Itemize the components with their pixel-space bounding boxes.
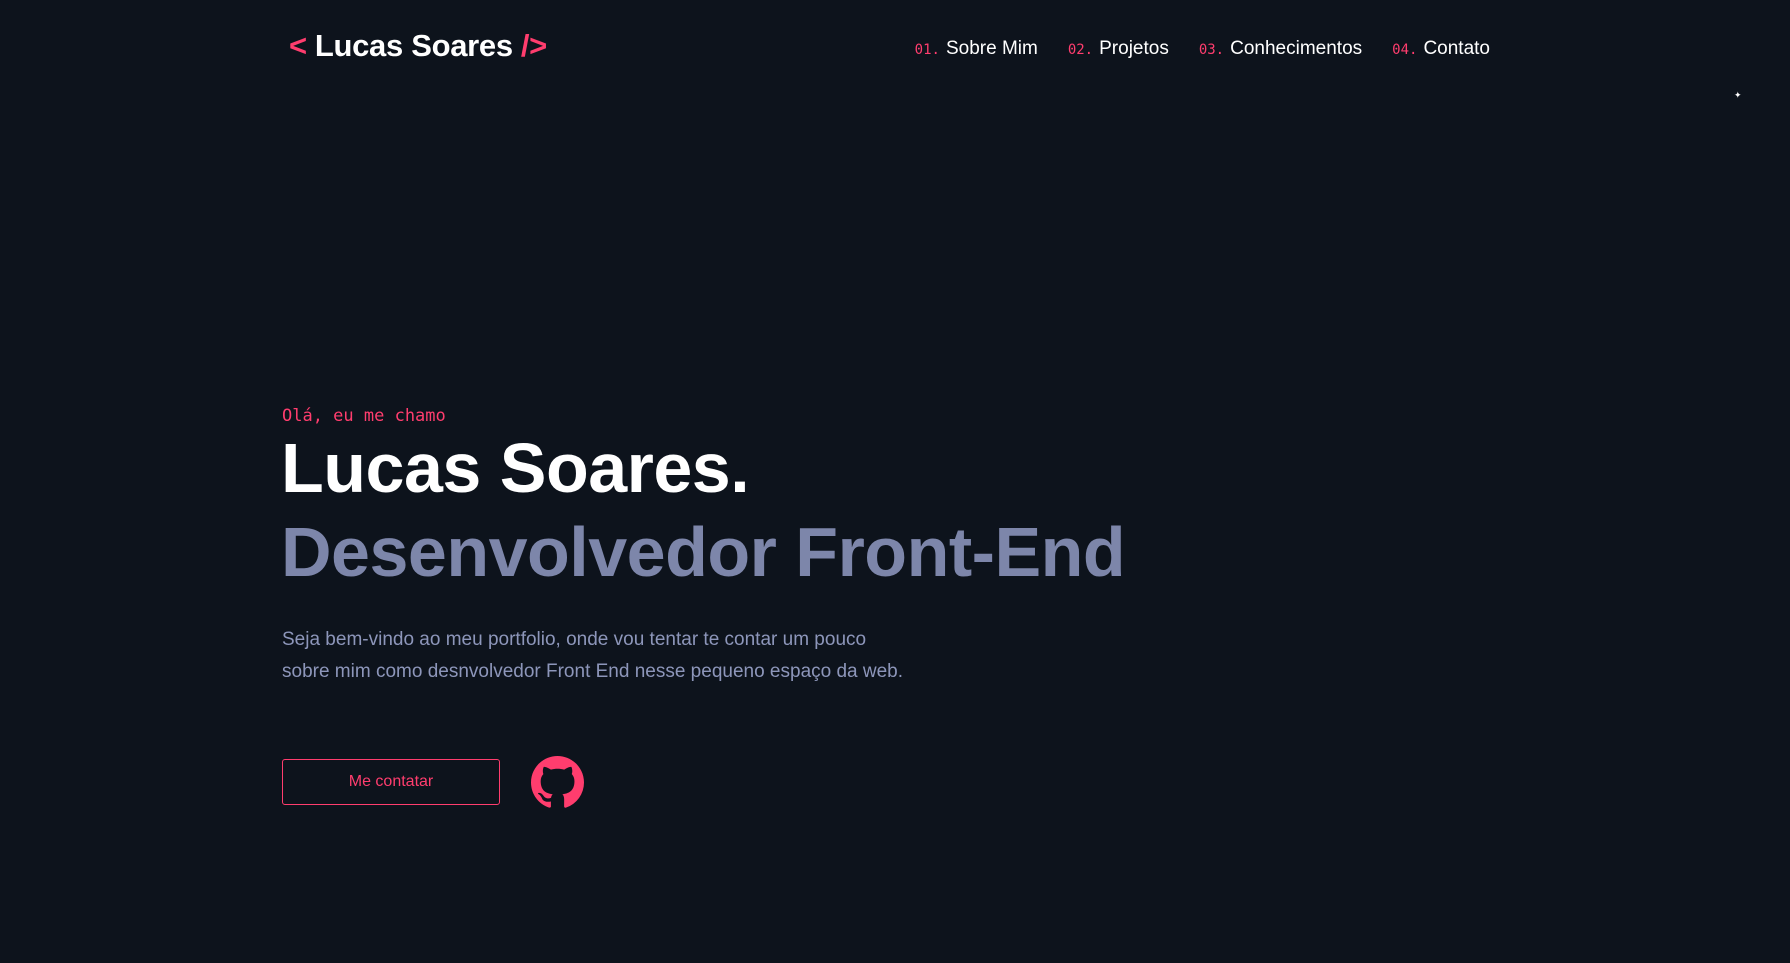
hero-intro-line: Seja bem-vindo ao meu portfolio, onde vo… — [282, 629, 867, 650]
nav-item-contato[interactable]: 04. Contato — [1392, 38, 1490, 60]
hero-role: Desenvolvedor Front-End — [281, 513, 1126, 591]
nav-item-label: Conhecimentos — [1230, 38, 1363, 59]
nav-item-label: Sobre Mim — [945, 38, 1038, 59]
hero-intro: Seja bem-vindo ao meu portfolio, onde vo… — [282, 624, 982, 688]
sparkle-decoration-icon: ✦ — [1734, 90, 1742, 100]
github-icon — [531, 756, 584, 808]
nav-item-number: 02. — [1067, 42, 1094, 58]
nav-item-sobre-mim[interactable]: 01. Sobre Mim — [915, 38, 1038, 60]
hero-name: Lucas Soares. — [281, 429, 750, 507]
nav-item-label: Projetos — [1099, 38, 1169, 59]
portfolio-page: < Lucas Soares /> 01. Sobre Mim 02. Proj… — [0, 0, 1790, 963]
contact-button[interactable]: Me contatar — [282, 759, 500, 805]
hero-greeting: Olá, eu me chamo — [282, 406, 446, 426]
hero-intro-line: sobre mim como desnvolvedor Front End ne… — [282, 661, 904, 682]
site-logo[interactable]: < Lucas Soares /> — [289, 28, 547, 64]
github-link[interactable] — [531, 756, 584, 809]
nav-item-number: 01. — [914, 42, 940, 58]
nav-item-number: 03. — [1198, 42, 1225, 58]
logo-close-bracket: /> — [520, 28, 547, 63]
nav-item-label: Contato — [1423, 38, 1490, 59]
main-nav: 01. Sobre Mim 02. Projetos 03. Conhecime… — [915, 38, 1490, 60]
nav-item-conhecimentos[interactable]: 03. Conhecimentos — [1199, 38, 1362, 60]
logo-name: Lucas Soares — [314, 28, 513, 63]
nav-item-projetos[interactable]: 02. Projetos — [1068, 38, 1169, 60]
nav-item-number: 04. — [1392, 42, 1418, 58]
logo-open-bracket: < — [289, 28, 307, 63]
